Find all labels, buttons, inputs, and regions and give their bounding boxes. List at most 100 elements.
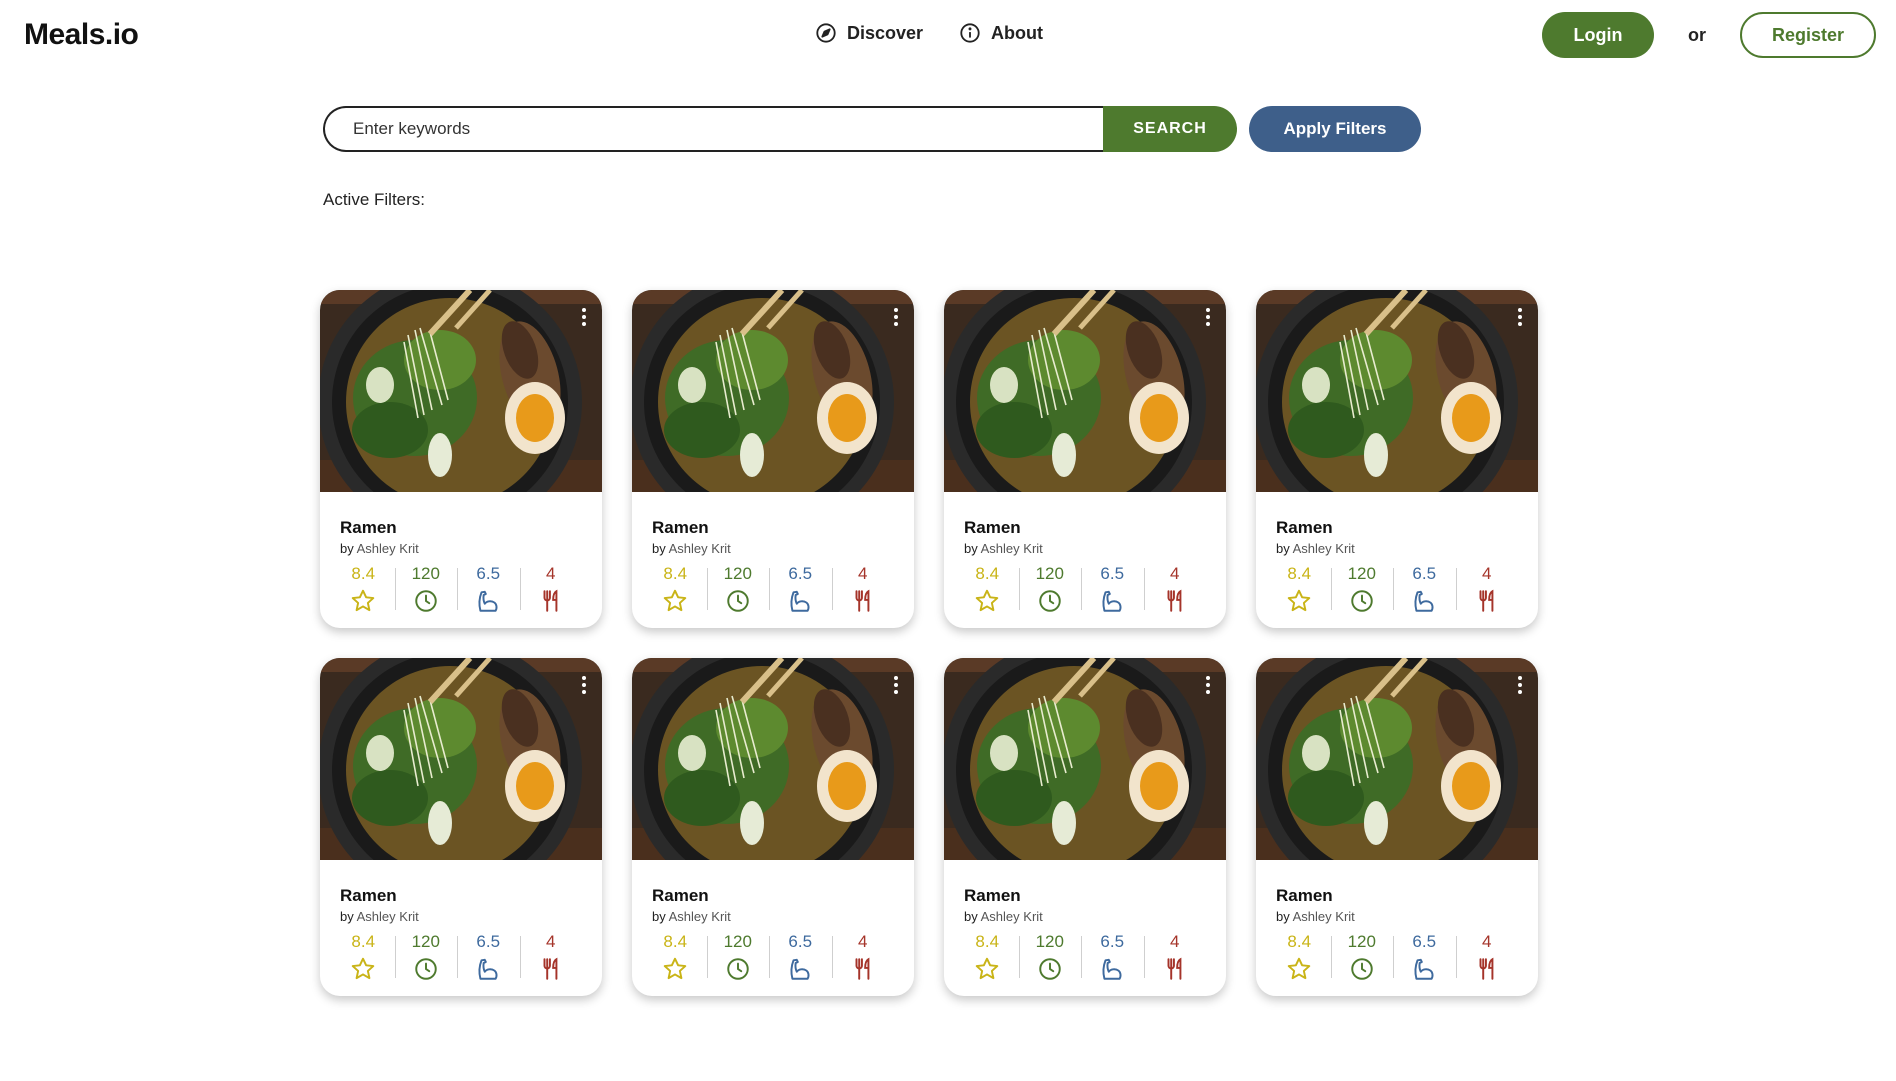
recipe-card[interactable]: Ramen by Ashley Krit 8.4 120 6.5 4 — [944, 658, 1226, 996]
recipe-author: by Ashley Krit — [964, 541, 1206, 556]
recipe-author: by Ashley Krit — [652, 909, 894, 924]
recipe-stats: 8.4 120 6.5 4 — [332, 564, 582, 614]
flexed-arm-icon — [790, 590, 810, 612]
stat-time: 120 — [1330, 564, 1394, 614]
recipe-title[interactable]: Ramen — [1276, 518, 1518, 538]
card-menu-icon[interactable] — [890, 306, 902, 328]
register-button[interactable]: Register — [1740, 12, 1876, 58]
recipe-author: by Ashley Krit — [1276, 909, 1518, 924]
info-icon — [960, 23, 980, 43]
stat-time: 120 — [706, 932, 770, 982]
search-input[interactable] — [323, 106, 1103, 152]
card-menu-icon[interactable] — [1514, 306, 1526, 328]
recipe-author-name[interactable]: Ashley Krit — [669, 541, 731, 556]
recipe-card[interactable]: Ramen by Ashley Krit 8.4 120 6.5 4 — [320, 290, 602, 628]
recipe-author-name[interactable]: Ashley Krit — [981, 909, 1043, 924]
recipe-grid: Ramen by Ashley Krit 8.4 120 6.5 4 Ramen… — [320, 290, 1538, 996]
stat-time: 120 — [1330, 932, 1394, 982]
apply-filters-button[interactable]: Apply Filters — [1249, 106, 1421, 152]
recipe-stats: 8.4 120 6.5 4 — [956, 564, 1206, 614]
flexed-arm-icon — [790, 958, 810, 980]
stat-difficulty: 6.5 — [1393, 932, 1456, 982]
stat-difficulty: 6.5 — [769, 564, 832, 614]
recipe-card[interactable]: Ramen by Ashley Krit 8.4 120 6.5 4 — [320, 658, 602, 996]
card-menu-icon[interactable] — [1202, 306, 1214, 328]
difficulty-value: 6.5 — [1412, 564, 1437, 583]
star-icon — [351, 957, 375, 980]
star-icon — [975, 957, 999, 980]
star-icon — [663, 957, 687, 980]
card-menu-icon[interactable] — [578, 306, 590, 328]
servings-value: 4 — [1170, 564, 1180, 583]
fork-knife-icon — [855, 957, 870, 980]
recipe-author-name[interactable]: Ashley Krit — [357, 909, 419, 924]
recipe-stats: 8.4 120 6.5 4 — [332, 932, 582, 982]
card-menu-icon[interactable] — [578, 674, 590, 696]
recipe-card[interactable]: Ramen by Ashley Krit 8.4 120 6.5 4 — [1256, 290, 1538, 628]
recipe-stats: 8.4 120 6.5 4 — [1268, 564, 1518, 614]
recipe-title[interactable]: Ramen — [652, 518, 894, 538]
rating-value: 8.4 — [1287, 564, 1312, 583]
recipe-author-name[interactable]: Ashley Krit — [1293, 541, 1355, 556]
servings-value: 4 — [546, 932, 556, 951]
site-logo[interactable]: Meals.io — [24, 18, 139, 52]
fork-knife-icon — [855, 589, 870, 612]
search-button[interactable]: SEARCH — [1103, 106, 1237, 152]
login-button[interactable]: Login — [1542, 12, 1654, 58]
recipe-stats: 8.4 120 6.5 4 — [956, 932, 1206, 982]
stat-rating: 8.4 — [332, 932, 395, 982]
stat-rating: 8.4 — [956, 564, 1019, 614]
rating-value: 8.4 — [351, 932, 376, 951]
star-icon — [351, 589, 375, 612]
time-value: 120 — [411, 564, 440, 583]
fork-knife-icon — [1167, 957, 1182, 980]
difficulty-value: 6.5 — [476, 564, 501, 583]
recipe-photo — [632, 658, 914, 860]
stat-rating: 8.4 — [332, 564, 395, 614]
recipe-card[interactable]: Ramen by Ashley Krit 8.4 120 6.5 4 — [632, 658, 914, 996]
recipe-title[interactable]: Ramen — [964, 518, 1206, 538]
nav-discover-label: Discover — [847, 22, 924, 43]
recipe-card[interactable]: Ramen by Ashley Krit 8.4 120 6.5 4 — [632, 290, 914, 628]
recipe-stats: 8.4 120 6.5 4 — [644, 932, 894, 982]
card-menu-icon[interactable] — [1202, 674, 1214, 696]
recipe-author-name[interactable]: Ashley Krit — [669, 909, 731, 924]
flexed-arm-icon — [1414, 958, 1434, 980]
recipe-photo — [1256, 658, 1538, 860]
stat-time: 120 — [394, 564, 458, 614]
rating-value: 8.4 — [663, 564, 688, 583]
recipe-author-name[interactable]: Ashley Krit — [1293, 909, 1355, 924]
difficulty-value: 6.5 — [1412, 932, 1437, 951]
recipe-photo — [944, 658, 1226, 860]
main-nav: Discover About — [815, 22, 1043, 44]
fork-knife-icon — [543, 589, 558, 612]
servings-value: 4 — [546, 564, 556, 583]
clock-icon — [415, 590, 437, 612]
flexed-arm-icon — [1102, 958, 1122, 980]
rating-value: 8.4 — [351, 564, 376, 583]
stat-difficulty: 6.5 — [457, 932, 520, 982]
flexed-arm-icon — [478, 590, 498, 612]
stat-difficulty: 6.5 — [1081, 564, 1144, 614]
nav-discover[interactable]: Discover — [815, 22, 923, 44]
card-menu-icon[interactable] — [1514, 674, 1526, 696]
card-menu-icon[interactable] — [890, 674, 902, 696]
recipe-card[interactable]: Ramen by Ashley Krit 8.4 120 6.5 4 — [944, 290, 1226, 628]
fork-knife-icon — [543, 957, 558, 980]
recipe-author-name[interactable]: Ashley Krit — [981, 541, 1043, 556]
servings-value: 4 — [1482, 564, 1492, 583]
recipe-title[interactable]: Ramen — [340, 886, 582, 906]
stat-time: 120 — [394, 932, 458, 982]
nav-about-label: About — [991, 22, 1044, 43]
recipe-stats: 8.4 120 6.5 4 — [644, 564, 894, 614]
recipe-title[interactable]: Ramen — [340, 518, 582, 538]
nav-about[interactable]: About — [959, 22, 1043, 44]
difficulty-value: 6.5 — [1100, 564, 1125, 583]
recipe-card[interactable]: Ramen by Ashley Krit 8.4 120 6.5 4 — [1256, 658, 1538, 996]
recipe-title[interactable]: Ramen — [964, 886, 1206, 906]
recipe-title[interactable]: Ramen — [652, 886, 894, 906]
recipe-photo — [320, 658, 602, 860]
recipe-author-prefix: by — [964, 909, 978, 924]
recipe-author-name[interactable]: Ashley Krit — [357, 541, 419, 556]
recipe-title[interactable]: Ramen — [1276, 886, 1518, 906]
